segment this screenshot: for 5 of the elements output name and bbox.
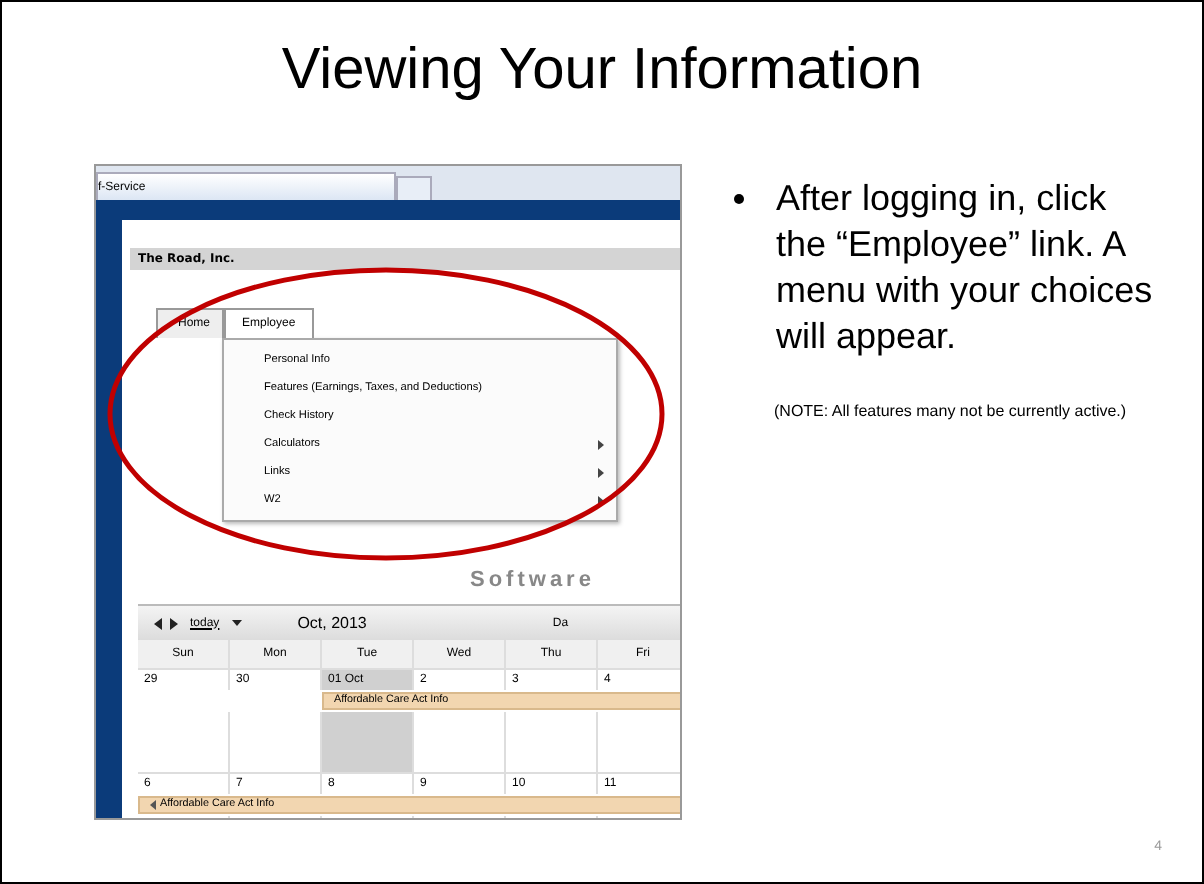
bullet-text: After logging in, click the “Employee” link. A menu with your choices will appear. <box>776 176 1154 360</box>
slide-title: Viewing Your Information <box>279 38 925 106</box>
month-label: Oct, 2013 <box>297 614 367 632</box>
note-text: (NOTE: All features many not be currently active.) <box>774 400 1129 422</box>
logo-text: Software <box>470 566 595 594</box>
